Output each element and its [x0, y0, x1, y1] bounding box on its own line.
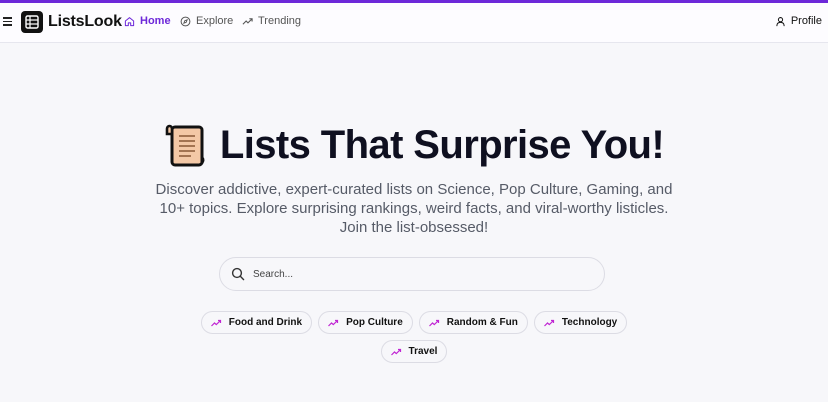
scroll-icon	[165, 124, 205, 167]
search-input[interactable]	[253, 268, 583, 280]
profile-button[interactable]: Profile	[775, 15, 822, 27]
hero-heading: Lists That Surprise You!	[0, 122, 828, 168]
trending-icon	[428, 319, 439, 326]
chip-technology[interactable]: Technology	[533, 311, 628, 334]
nav-explore-label: Explore	[196, 15, 234, 27]
search-bar[interactable]	[219, 257, 605, 291]
hamburger-menu-icon[interactable]	[3, 17, 12, 26]
trending-icon	[328, 319, 339, 326]
list-logo-icon[interactable]	[21, 11, 43, 33]
chip-label: Random & Fun	[446, 317, 518, 328]
category-chips: Food and Drink Pop Culture Random & Fun …	[0, 311, 828, 369]
search-icon	[231, 267, 245, 281]
trending-icon	[242, 17, 253, 25]
trending-icon	[390, 348, 401, 355]
trending-icon	[543, 319, 554, 326]
chip-label: Pop Culture	[346, 317, 403, 328]
nav-trending[interactable]: Trending	[242, 15, 301, 27]
nav-home[interactable]: Home	[124, 15, 171, 27]
trending-icon	[210, 319, 221, 326]
brand-name[interactable]: ListsLook	[48, 13, 122, 31]
chip-travel[interactable]: Travel	[380, 340, 448, 363]
nav-explore[interactable]: Explore	[180, 15, 233, 27]
chip-random-and-fun[interactable]: Random & Fun	[418, 311, 528, 334]
profile-label: Profile	[790, 15, 822, 27]
chip-food-and-drink[interactable]: Food and Drink	[200, 311, 313, 334]
chip-label: Travel	[408, 346, 438, 357]
user-icon	[776, 16, 785, 26]
top-navbar: ListsLook Home Explore Trending Profile	[0, 3, 828, 43]
nav-home-label: Home	[140, 15, 171, 27]
chip-label: Technology	[561, 317, 618, 328]
nav-trending-label: Trending	[258, 15, 302, 27]
hero-subtitle: Discover addictive, expert-curated lists…	[155, 181, 673, 236]
chip-label: Food and Drink	[228, 317, 303, 328]
home-icon	[124, 16, 135, 26]
chip-pop-culture[interactable]: Pop Culture	[318, 311, 413, 334]
compass-icon	[180, 16, 191, 26]
page-title: Lists That Surprise You!	[219, 122, 665, 167]
